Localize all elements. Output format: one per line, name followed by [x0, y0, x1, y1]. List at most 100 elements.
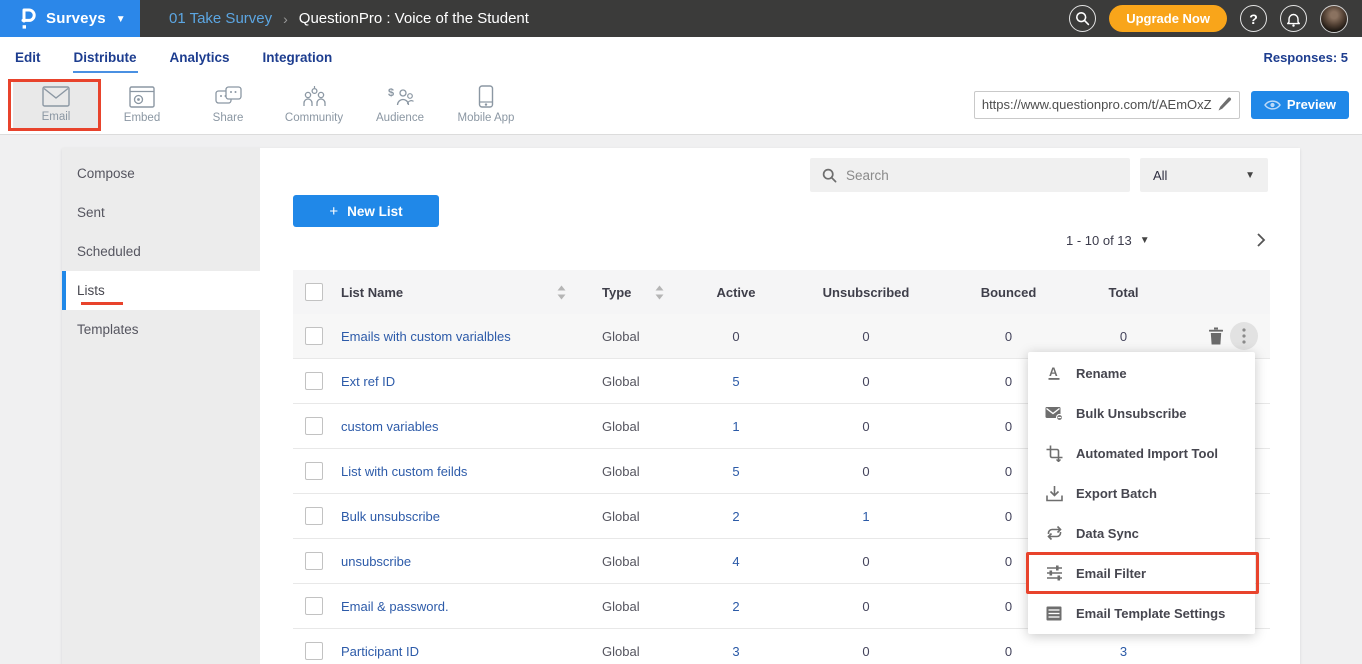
community-icon	[301, 86, 328, 108]
sidebar-item-lists[interactable]: Lists	[62, 271, 260, 310]
topbar-actions: Upgrade Now ?	[1069, 5, 1362, 33]
chevron-down-icon[interactable]: ▼	[1140, 235, 1150, 246]
active-count[interactable]: 5	[686, 464, 786, 479]
active-count[interactable]: 2	[686, 599, 786, 614]
email-filter-icon	[1045, 564, 1063, 582]
chevron-down-icon: ▼	[116, 14, 126, 25]
menu-item-email-filter[interactable]: Email Filter	[1028, 553, 1255, 593]
channel-audience[interactable]: $ Audience	[357, 79, 443, 131]
active-count[interactable]: 3	[686, 644, 786, 659]
total-count[interactable]: 3	[1071, 644, 1176, 659]
tab-integration[interactable]: Integration	[262, 41, 334, 75]
unsubscribed-count[interactable]: 0	[786, 599, 946, 614]
sidebar-item-compose[interactable]: Compose	[62, 154, 260, 193]
menu-item-automated-import-tool-label: Automated Import Tool	[1076, 446, 1218, 461]
list-name-link[interactable]: Participant ID	[341, 644, 576, 659]
row-checkbox[interactable]	[305, 462, 323, 480]
menu-item-rename-label: Rename	[1076, 366, 1127, 381]
list-name-link[interactable]: Email & password.	[341, 599, 576, 614]
unsubscribed-count[interactable]: 0	[786, 419, 946, 434]
list-name-link[interactable]: custom variables	[341, 419, 576, 434]
menu-item-bulk-unsubscribe[interactable]: Bulk Unsubscribe	[1028, 393, 1255, 433]
unsubscribed-count[interactable]: 1	[786, 509, 946, 524]
list-name-link[interactable]: Ext ref ID	[341, 374, 576, 389]
active-count[interactable]: 0	[686, 329, 786, 344]
upgrade-now-button[interactable]: Upgrade Now	[1109, 5, 1227, 32]
active-count[interactable]: 4	[686, 554, 786, 569]
column-header-type[interactable]: Type	[602, 285, 631, 300]
bounced-count[interactable]: 0	[946, 329, 1071, 344]
active-count[interactable]: 1	[686, 419, 786, 434]
list-search-box	[810, 158, 1130, 192]
export-batch-icon	[1045, 484, 1063, 502]
list-name-link[interactable]: unsubscribe	[341, 554, 576, 569]
help-button[interactable]: ?	[1240, 5, 1267, 32]
tab-analytics[interactable]: Analytics	[169, 41, 231, 75]
channel-share[interactable]: Share	[185, 79, 271, 131]
sort-icon[interactable]	[655, 285, 664, 300]
survey-url-box	[974, 91, 1240, 119]
menu-item-email-template-settings[interactable]: Email Template Settings	[1028, 593, 1255, 633]
preview-button[interactable]: Preview	[1251, 91, 1349, 119]
tab-edit[interactable]: Edit	[14, 41, 42, 75]
channel-embed[interactable]: Embed	[99, 79, 185, 131]
svg-text:$: $	[388, 87, 394, 99]
breadcrumb-survey-link[interactable]: 01 Take Survey	[169, 10, 272, 27]
sort-icon[interactable]	[557, 285, 566, 300]
audience-icon: $	[387, 86, 414, 108]
total-count[interactable]: 0	[1071, 329, 1176, 344]
sidebar-item-scheduled[interactable]: Scheduled	[62, 232, 260, 271]
list-name-link[interactable]: Bulk unsubscribe	[341, 509, 576, 524]
channel-mobile-app[interactable]: Mobile App	[443, 79, 529, 131]
tab-distribute[interactable]: Distribute	[73, 41, 138, 73]
bounced-count[interactable]: 0	[946, 644, 1071, 659]
row-checkbox[interactable]	[305, 642, 323, 660]
list-search-input[interactable]	[846, 168, 1118, 183]
user-avatar[interactable]	[1320, 5, 1348, 33]
unsubscribed-count[interactable]: 0	[786, 374, 946, 389]
edit-pencil-icon[interactable]	[1217, 97, 1232, 112]
active-count[interactable]: 2	[686, 509, 786, 524]
channel-email[interactable]: Email	[13, 79, 99, 131]
new-list-button-label: New List	[347, 204, 403, 219]
survey-url-input[interactable]	[982, 97, 1212, 112]
active-count[interactable]: 5	[686, 374, 786, 389]
unsubscribed-count[interactable]: 0	[786, 554, 946, 569]
row-checkbox[interactable]	[305, 597, 323, 615]
surveys-menu[interactable]: Surveys ▼	[0, 0, 140, 37]
channel-mobile-app-label: Mobile App	[458, 112, 515, 124]
distribute-toolbar: Email Embed Share Community	[0, 75, 1362, 135]
channel-audience-label: Audience	[376, 112, 424, 124]
list-name-link[interactable]: List with custom feilds	[341, 464, 576, 479]
sidebar-item-sent[interactable]: Sent	[62, 193, 260, 232]
menu-item-automated-import-tool[interactable]: Automated Import Tool	[1028, 433, 1255, 473]
unsubscribed-count[interactable]: 0	[786, 464, 946, 479]
select-all-checkbox[interactable]	[305, 283, 323, 301]
pagination-range[interactable]: 1 - 10 of 13	[1066, 233, 1132, 248]
channel-email-label: Email	[42, 111, 71, 123]
row-checkbox[interactable]	[305, 552, 323, 570]
new-list-button[interactable]: + New List	[293, 195, 439, 227]
sidebar-item-templates[interactable]: Templates	[62, 310, 260, 349]
row-menu-button[interactable]	[1230, 322, 1258, 350]
unsubscribed-count[interactable]: 0	[786, 644, 946, 659]
list-filter-dropdown[interactable]: All ▼	[1140, 158, 1268, 192]
unsubscribed-count[interactable]: 0	[786, 329, 946, 344]
rename-icon: A	[1045, 364, 1063, 382]
row-checkbox[interactable]	[305, 417, 323, 435]
next-page-button[interactable]	[1256, 232, 1266, 248]
row-checkbox[interactable]	[305, 507, 323, 525]
column-header-list-name[interactable]: List Name	[341, 285, 403, 300]
notifications-button[interactable]	[1280, 5, 1307, 32]
search-button[interactable]	[1069, 5, 1096, 32]
row-checkbox[interactable]	[305, 327, 323, 345]
channel-community[interactable]: Community	[271, 79, 357, 131]
menu-item-export-batch[interactable]: Export Batch	[1028, 473, 1255, 513]
menu-item-data-sync[interactable]: Data Sync	[1028, 513, 1255, 553]
list-name-link[interactable]: Emails with custom varialbles	[341, 329, 576, 344]
questionpro-app: Surveys ▼ 01 Take Survey › QuestionPro :…	[0, 0, 1362, 664]
menu-item-rename[interactable]: A Rename	[1028, 353, 1255, 393]
sidebar-item-lists-label: Lists	[77, 283, 105, 298]
delete-list-button[interactable]	[1208, 327, 1224, 345]
row-checkbox[interactable]	[305, 372, 323, 390]
